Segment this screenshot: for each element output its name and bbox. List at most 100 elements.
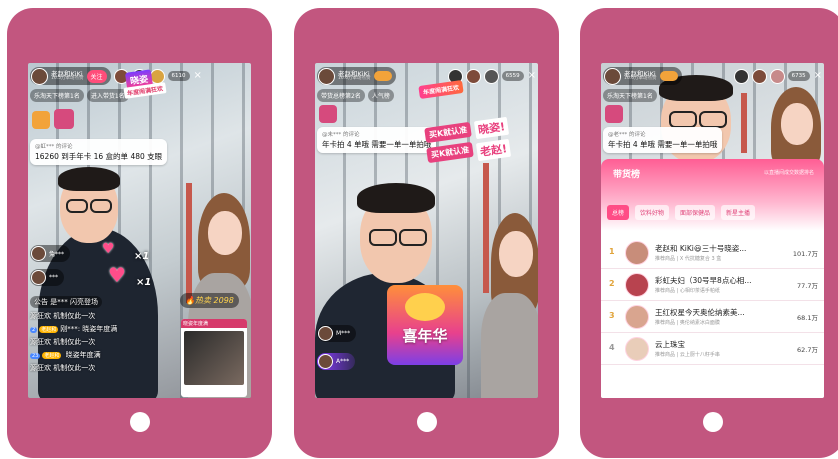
sales-value: 62.7万 — [797, 346, 818, 354]
anchor-text: 老赵和KiKi 16.6万本场点赞 — [624, 70, 657, 82]
event-badge-icon[interactable] — [54, 109, 74, 129]
comment-author: @虹*** 的评论 — [35, 144, 73, 150]
anchor-likes: 16.6万本场点赞 — [338, 76, 371, 81]
cohost-body — [481, 293, 538, 398]
gift-multiplier: ×1 — [136, 277, 152, 288]
viewer-count[interactable]: 6559 — [501, 71, 524, 81]
gift-user: A*** — [336, 358, 350, 365]
home-button[interactable] — [416, 412, 437, 432]
tab-overall[interactable]: 总榜 — [607, 205, 630, 220]
anchor-text: 老赵和KiKi 16.6万本场点赞 — [338, 70, 371, 82]
close-icon[interactable]: × — [528, 71, 536, 81]
product-card[interactable]: 晓姿年度满 — [181, 319, 247, 397]
fan-club-icon[interactable] — [659, 71, 678, 81]
pinned-comment[interactable]: @虹*** 的评论 16260 到手年卡 16 盒的单 480 支眼 — [30, 139, 168, 165]
anchor-text: 老赵和KiKi 16.5万本场点赞 — [51, 70, 84, 82]
event-badge-icon[interactable] — [319, 105, 337, 123]
rank-tag[interactable]: 进入带货1名 — [86, 89, 129, 102]
close-icon[interactable]: × — [194, 71, 202, 81]
event-badge-icon[interactable] — [605, 105, 623, 123]
level-badge: 23 — [30, 353, 41, 359]
comment-text: 16260 到手年卡 16 盒的单 480 支眼 — [35, 152, 163, 161]
ranking-row[interactable]: 1 老赵和 KiKi😃三十号晓姿... 推荐商品 | X 代抗糖复合 3 盒 1… — [601, 237, 824, 269]
chat-text: 晓姿年度满 — [65, 351, 101, 359]
fire-icon: 🔥 — [185, 296, 195, 305]
follow-button[interactable]: 关注 — [86, 69, 107, 83]
product-image[interactable] — [184, 331, 244, 385]
gift-title: 喜年华 — [402, 327, 448, 345]
ranking-row[interactable]: 2 彩虹夫妇（30号早8点心相... 推荐商品 | 心相印茶语手帕纸 77.7万 — [601, 269, 824, 301]
live-screen-3: 老赵和KiKi 16.6万本场点赞 6735 × 乐淘天下榜第1名 @老*** … — [601, 63, 824, 398]
live-screen-1: 老赵和KiKi 16.5万本场点赞 关注 6110 × 乐淘天下榜第1名 进入带… — [28, 63, 251, 398]
anchor-avatar[interactable] — [604, 67, 621, 85]
comment-author: @老*** 的评论 — [608, 132, 646, 138]
comment-text: 年卡拍 4 单哦 需要一单一单拍哦 — [608, 140, 718, 149]
anchor-info[interactable]: 老赵和KiKi 16.6万本场点赞 — [317, 67, 396, 85]
chat-message: 源狂欢 机制仅此一次 — [30, 312, 96, 320]
viewer-avatar[interactable] — [465, 68, 481, 84]
rank-tag[interactable]: 乐淘天下榜第1名 — [30, 89, 84, 102]
tab-new-hosts[interactable]: 新星主播 — [721, 205, 756, 220]
gift-notice: 兔*** — [30, 245, 71, 262]
gift-notice: *** — [30, 269, 64, 286]
chat-user: 刚***: — [60, 325, 81, 333]
ranking-tabs: 总榜 饮料好物 面部保健品 新星主播 — [607, 205, 820, 220]
ranking-row[interactable]: 4 云上珠宝 推荐商品 | 云上厨十八籽手串 62.7万 — [601, 333, 824, 365]
hot-value: 2098 — [213, 296, 234, 305]
anchor-info[interactable]: 老赵和KiKi 16.6万本场点赞 — [603, 67, 682, 85]
home-button[interactable] — [702, 412, 723, 432]
host-avatar[interactable] — [625, 305, 649, 329]
rank-tag[interactable]: 乐淘天下榜第1名 — [603, 89, 657, 102]
pinned-comment[interactable]: @老*** 的评论 年卡拍 4 单哦 需要一单一单拍哦 — [603, 127, 723, 153]
product-header: 晓姿年度满 — [181, 319, 247, 328]
sales-value: 77.7万 — [797, 282, 818, 290]
pinned-comment[interactable]: @未*** 的评论 年卡拍 4 单哦 需要一单一单拍哦 — [317, 127, 437, 153]
gift-user: M*** — [336, 330, 351, 337]
viewer-avatar[interactable] — [769, 68, 785, 84]
tab-facial-care[interactable]: 面部保健品 — [675, 205, 716, 220]
hot-label: 热卖 — [194, 296, 211, 305]
tab-drinks[interactable]: 饮料好物 — [635, 205, 670, 220]
rank-tag[interactable]: 带货总榜第2名 — [317, 89, 365, 102]
host-glasses — [699, 111, 727, 128]
host-hair — [357, 183, 435, 213]
fan-badge: 老赵和 — [42, 352, 62, 359]
viewer-count[interactable]: 6110 — [167, 71, 190, 81]
ranking-note: 以直播间成交数据排名 — [763, 170, 814, 176]
viewer-avatar[interactable] — [483, 68, 499, 84]
viewer-avatar[interactable] — [751, 68, 767, 84]
home-button[interactable] — [129, 412, 150, 432]
close-icon[interactable]: × — [814, 71, 822, 81]
rank-tag[interactable]: 人气榜 — [367, 89, 394, 102]
viewer-avatar[interactable] — [733, 68, 749, 84]
tower-image — [741, 93, 747, 153]
host-avatar[interactable] — [625, 241, 649, 265]
host-glasses — [66, 199, 88, 213]
chat-message: 源狂欢 机制仅此一次 — [30, 338, 96, 346]
anchor-info[interactable]: 老赵和KiKi 16.5万本场点赞 关注 — [30, 67, 111, 85]
host-name: 王红权星今天奥伦纳素美... — [655, 308, 745, 317]
live-screen-2: 老赵和KiKi 16.6万本场点赞 6559 × 带货总榜第2名 人气榜 年度闹… — [315, 63, 538, 398]
ranking-list: 1 老赵和 KiKi😃三十号晓姿... 推荐商品 | X 代抗糖复合 3 盒 1… — [601, 237, 824, 365]
comment-author: @未*** 的评论 — [322, 132, 360, 138]
rank-number: 4 — [609, 343, 615, 352]
host-avatar[interactable] — [625, 273, 649, 297]
rank-number: 1 — [609, 247, 615, 256]
host-glasses — [90, 199, 112, 213]
gift-multiplier: ×1 — [134, 251, 150, 262]
fan-club-icon[interactable] — [373, 71, 392, 81]
anchor-avatar[interactable] — [31, 67, 48, 85]
user-avatar — [318, 354, 333, 369]
gift-box-icon[interactable] — [32, 111, 50, 129]
heart-icon: ♥ — [108, 263, 126, 287]
sales-value: 101.7万 — [792, 250, 818, 258]
anchor-avatar[interactable] — [318, 67, 335, 85]
viewer-count[interactable]: 6735 — [787, 71, 810, 81]
fan-badge: 老赵和 — [39, 326, 59, 333]
phone-frame-3: 老赵和KiKi 16.6万本场点赞 6735 × 乐淘天下榜第1名 @老*** … — [580, 8, 838, 458]
host-avatar[interactable] — [625, 337, 649, 361]
user-avatar — [31, 270, 46, 285]
gift-emblem — [405, 293, 445, 321]
ranking-row[interactable]: 3 王红权星今天奥伦纳素美... 推荐商品 | 奥伦纳素冰白面膜 68.1万 — [601, 301, 824, 333]
hot-sale-badge[interactable]: 🔥热卖 2098 — [180, 293, 239, 308]
